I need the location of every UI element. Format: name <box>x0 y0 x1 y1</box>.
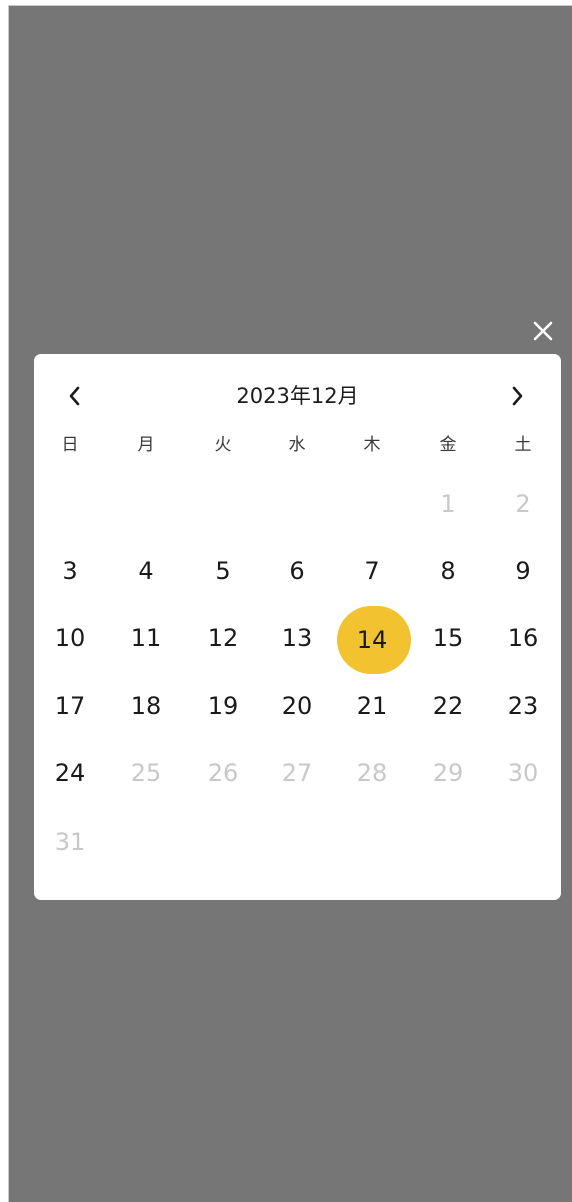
day-cell[interactable]: 18 <box>109 674 183 738</box>
day-number: 14 <box>356 626 388 654</box>
day-number: 17 <box>54 692 86 720</box>
day-cell[interactable]: 24 <box>33 741 107 805</box>
day-cell[interactable]: 3 <box>33 539 107 603</box>
day-cell[interactable]: 19 <box>186 674 260 738</box>
day-number: 7 <box>364 557 380 585</box>
day-number: 30 <box>507 759 539 787</box>
screen-edge-left <box>8 5 9 1202</box>
day-number: 28 <box>356 759 388 787</box>
day-cell[interactable]: 31 <box>33 810 107 874</box>
day-cell[interactable]: 23 <box>486 674 560 738</box>
day-cell[interactable]: 29 <box>411 741 485 805</box>
close-icon <box>533 321 553 341</box>
day-cell[interactable]: 15 <box>411 606 485 670</box>
day-cell[interactable]: 11 <box>109 606 183 670</box>
day-number: 6 <box>289 557 305 585</box>
day-number: 25 <box>130 759 162 787</box>
weekday-label: 木 <box>363 435 381 455</box>
day-number: 10 <box>54 624 86 652</box>
day-number: 29 <box>432 759 464 787</box>
weekday-label: 土 <box>514 435 532 455</box>
calendar-dialog: 2023年12月 日月火水木金土 1 2 3 4 5 6 7 8 9 10 11 12 13 14 15 16 1… <box>34 354 561 900</box>
day-cell[interactable]: 22 <box>411 674 485 738</box>
day-number: 1 <box>440 490 456 518</box>
day-cell[interactable]: 30 <box>486 741 560 805</box>
day-cell[interactable]: 16 <box>486 606 560 670</box>
day-number: 24 <box>54 759 86 787</box>
day-cell[interactable]: 20 <box>260 674 334 738</box>
day-cell[interactable]: 6 <box>260 539 334 603</box>
day-cell[interactable]: 17 <box>33 674 107 738</box>
day-number: 27 <box>281 759 313 787</box>
weekday-label: 火 <box>214 435 232 455</box>
month-title: 2023年12月 <box>236 384 359 408</box>
day-cell[interactable]: 2 <box>486 472 560 536</box>
day-cell[interactable]: 10 <box>33 606 107 670</box>
day-number: 3 <box>62 557 78 585</box>
weekday-label: 日 <box>61 435 79 455</box>
screen-edge-top <box>8 5 572 6</box>
day-cell[interactable]: 5 <box>186 539 260 603</box>
close-button[interactable] <box>528 316 558 346</box>
next-month-button[interactable] <box>500 378 534 414</box>
day-number: 20 <box>281 692 313 720</box>
day-cell[interactable]: 13 <box>260 606 334 670</box>
weekday-label: 水 <box>288 435 306 455</box>
chevron-right-icon <box>512 386 523 406</box>
day-cell[interactable]: 4 <box>109 539 183 603</box>
day-number: 23 <box>507 692 539 720</box>
day-cell[interactable]: 27 <box>260 741 334 805</box>
weekday-label: 金 <box>439 435 457 455</box>
weekday-label: 月 <box>137 435 155 455</box>
day-number: 9 <box>515 557 531 585</box>
day-number: 5 <box>215 557 231 585</box>
day-cell[interactable]: 1 <box>411 472 485 536</box>
day-number: 4 <box>138 557 154 585</box>
day-number: 11 <box>130 624 162 652</box>
day-number: 31 <box>54 828 86 856</box>
day-number: 26 <box>207 759 239 787</box>
day-number: 21 <box>356 692 388 720</box>
chevron-left-icon <box>69 386 80 406</box>
day-cell[interactable]: 8 <box>411 539 485 603</box>
day-cell-selected[interactable]: 14 <box>335 606 411 674</box>
day-number: 15 <box>432 624 464 652</box>
day-number: 8 <box>440 557 456 585</box>
day-cell[interactable]: 28 <box>335 741 409 805</box>
day-number: 13 <box>281 624 313 652</box>
day-cell[interactable]: 26 <box>186 741 260 805</box>
day-number: 2 <box>515 490 531 518</box>
day-cell[interactable]: 7 <box>335 539 409 603</box>
day-cell[interactable]: 9 <box>486 539 560 603</box>
day-cell[interactable]: 21 <box>335 674 409 738</box>
prev-month-button[interactable] <box>58 378 92 414</box>
day-number: 22 <box>432 692 464 720</box>
day-cell[interactable]: 12 <box>186 606 260 670</box>
day-number: 19 <box>207 692 239 720</box>
day-cell[interactable]: 25 <box>109 741 183 805</box>
day-number: 16 <box>507 624 539 652</box>
day-number: 12 <box>207 624 239 652</box>
day-number: 18 <box>130 692 162 720</box>
